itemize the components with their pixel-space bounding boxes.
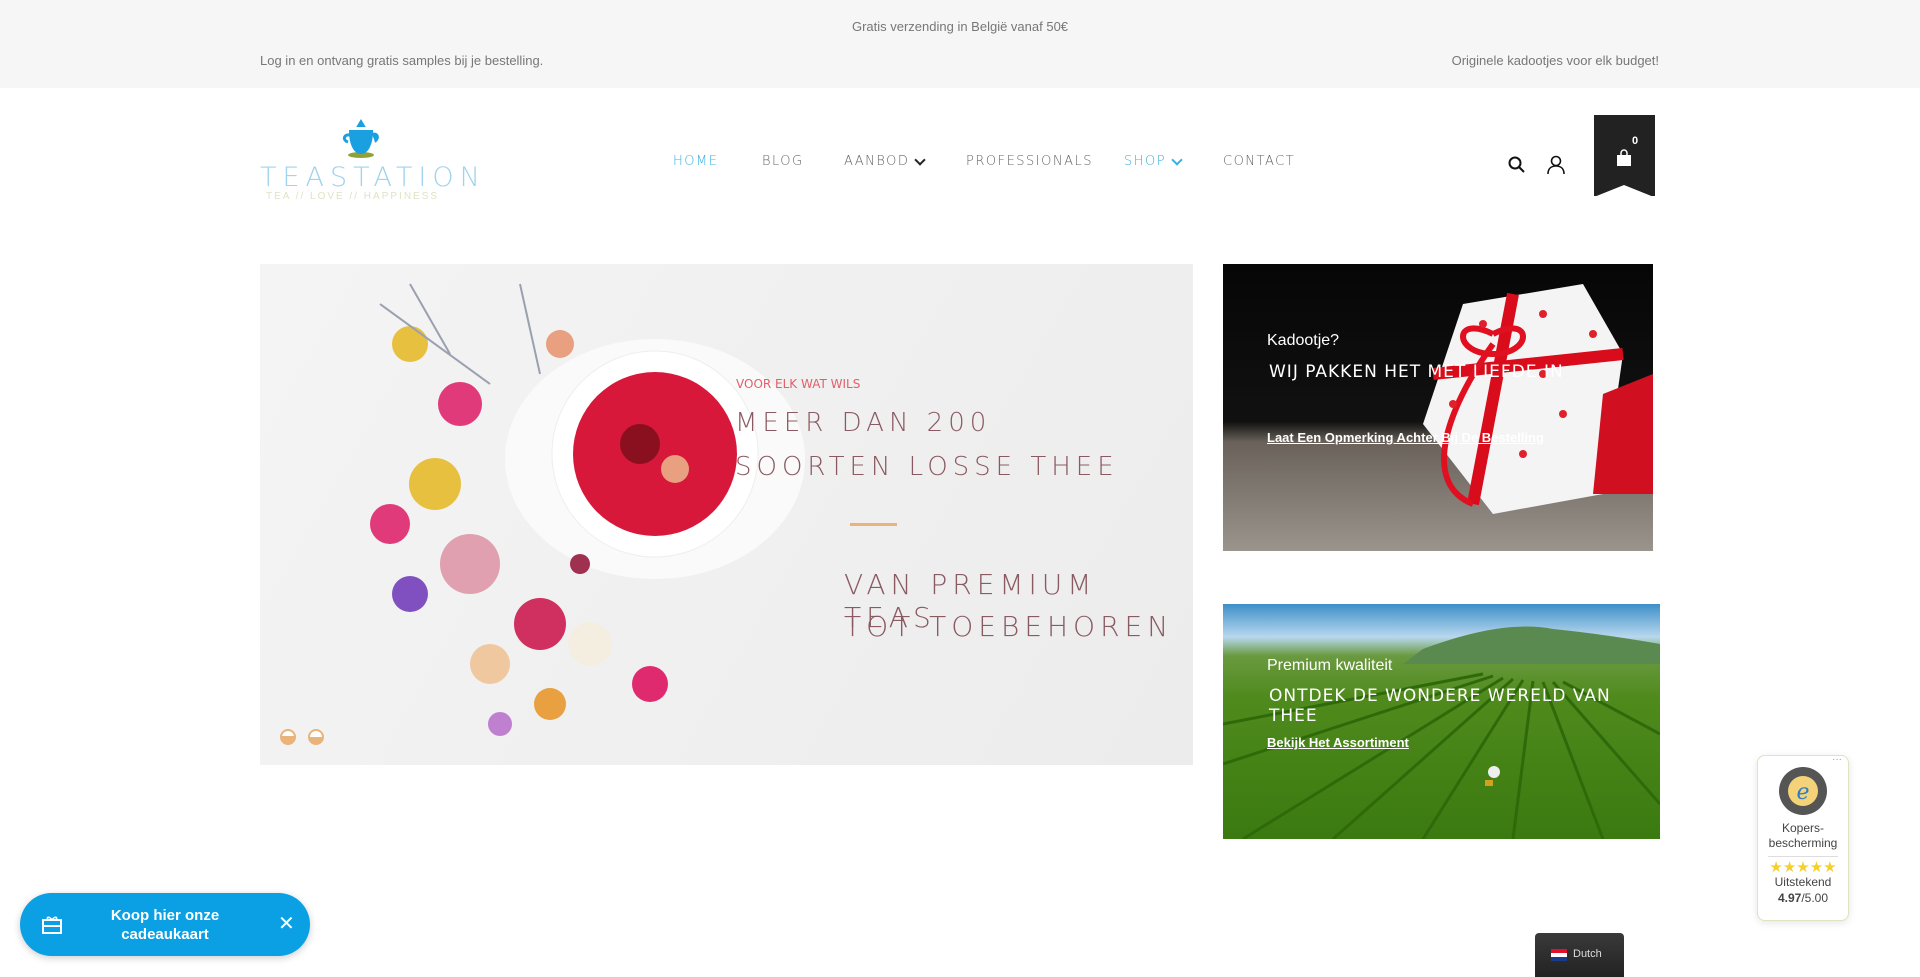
- gift-card-icon: [42, 916, 62, 934]
- trusted-shops-seal-icon: e: [1779, 767, 1827, 815]
- card-subtitle: WIJ PAKKEN HET MET LIEFDE IN: [1269, 362, 1564, 382]
- hero-slider[interactable]: VOOR ELK WAT WILS MEER DAN 200 SOORTEN L…: [260, 264, 1193, 765]
- rating-score: 4.97: [1777, 891, 1802, 905]
- logo-tagline: TEA // LOVE // HAPPINESS: [266, 191, 440, 202]
- teapot-logo-icon: [342, 119, 379, 158]
- search-icon[interactable]: [1508, 156, 1526, 174]
- close-icon[interactable]: ✕: [278, 911, 295, 936]
- login-promo[interactable]: Log in en ontvang gratis samples bij je …: [260, 53, 543, 68]
- nav-aanbod[interactable]: AANBOD: [844, 153, 927, 169]
- rating-text: Uitstekend: [1774, 875, 1832, 889]
- chevron-down-icon: [1171, 153, 1183, 166]
- slide-dot-2[interactable]: [308, 729, 324, 745]
- user-icon[interactable]: [1547, 155, 1565, 175]
- nav-home[interactable]: HOME: [673, 154, 718, 169]
- announcement-bar: Gratis verzending in België vanaf 50€ Lo…: [0, 0, 1920, 88]
- nav-label: CONTACT: [1223, 154, 1296, 169]
- gift-box-image: [1423, 284, 1653, 514]
- language-switcher[interactable]: Dutch: [1535, 933, 1624, 977]
- nav-label: AANBOD: [844, 154, 910, 169]
- shipping-notice: Gratis verzending in België vanaf 50€: [851, 19, 1069, 34]
- hero-line4: TOT TOEBEHOREN: [844, 610, 1174, 643]
- gift-card-banner[interactable]: Kadootje? WIJ PAKKEN HET MET LIEFDE IN L…: [1223, 264, 1653, 551]
- nav-shop[interactable]: SHOP: [1124, 153, 1183, 169]
- trusted-shops-badge[interactable]: ··· e Kopers-bescherming ★★★★★ Uitsteken…: [1757, 754, 1849, 921]
- card-title: Premium kwaliteit: [1267, 657, 1393, 674]
- trust-label: Kopers-bescherming: [1768, 821, 1838, 850]
- rating-stars: ★★★★★: [1769, 859, 1837, 876]
- nav-blog[interactable]: BLOG: [762, 154, 804, 169]
- netherlands-flag-icon: [1551, 949, 1567, 961]
- gift-card-popup[interactable]: Koop hier onze cadeaukaart ✕: [20, 893, 310, 956]
- logo-title: TEASTATION: [260, 162, 486, 193]
- hero-divider: [850, 523, 897, 526]
- rating-max: /5.00: [1801, 891, 1829, 905]
- hero-line2: SOORTEN LOSSE THEE: [735, 452, 1119, 482]
- nav-label: SHOP: [1124, 154, 1167, 169]
- nav-professionals[interactable]: PROFESSIONALS: [966, 154, 1093, 169]
- nav-contact[interactable]: CONTACT: [1223, 154, 1295, 169]
- chevron-down-icon: [914, 153, 927, 166]
- nav-label: HOME: [673, 154, 719, 169]
- hero-line1: MEER DAN 200: [735, 408, 992, 438]
- slide-dot-1[interactable]: [280, 729, 296, 745]
- more-icon[interactable]: ···: [1832, 754, 1842, 765]
- card-link[interactable]: Bekijk Het Assortiment: [1267, 735, 1409, 750]
- hero-image-tea-flowers: [370, 283, 805, 736]
- language-label: Dutch: [1573, 948, 1602, 960]
- cart-button[interactable]: 0: [1594, 115, 1655, 197]
- cart-count: 0: [1632, 135, 1639, 147]
- nav-label: PROFESSIONALS: [966, 154, 1093, 169]
- svg-text:e: e: [1796, 780, 1809, 805]
- gift-card-label: Koop hier onze cadeaukaart: [110, 907, 220, 943]
- nav-label: BLOG: [762, 154, 804, 169]
- tea-field-banner[interactable]: Premium kwaliteit ONTDEK DE WONDERE WERE…: [1223, 604, 1660, 839]
- hero-kicker: VOOR ELK WAT WILS: [736, 377, 861, 391]
- card-link[interactable]: Laat Een Opmerking Achter Bij De Bestell…: [1267, 430, 1544, 445]
- gift-promo[interactable]: Originele kadootjes voor elk budget!: [1452, 53, 1659, 68]
- card-subtitle: ONTDEK DE WONDERE WERELD VAN THEE: [1269, 686, 1611, 726]
- card-title: Kadootje?: [1267, 332, 1340, 349]
- shopping-bag-icon: [1617, 149, 1631, 166]
